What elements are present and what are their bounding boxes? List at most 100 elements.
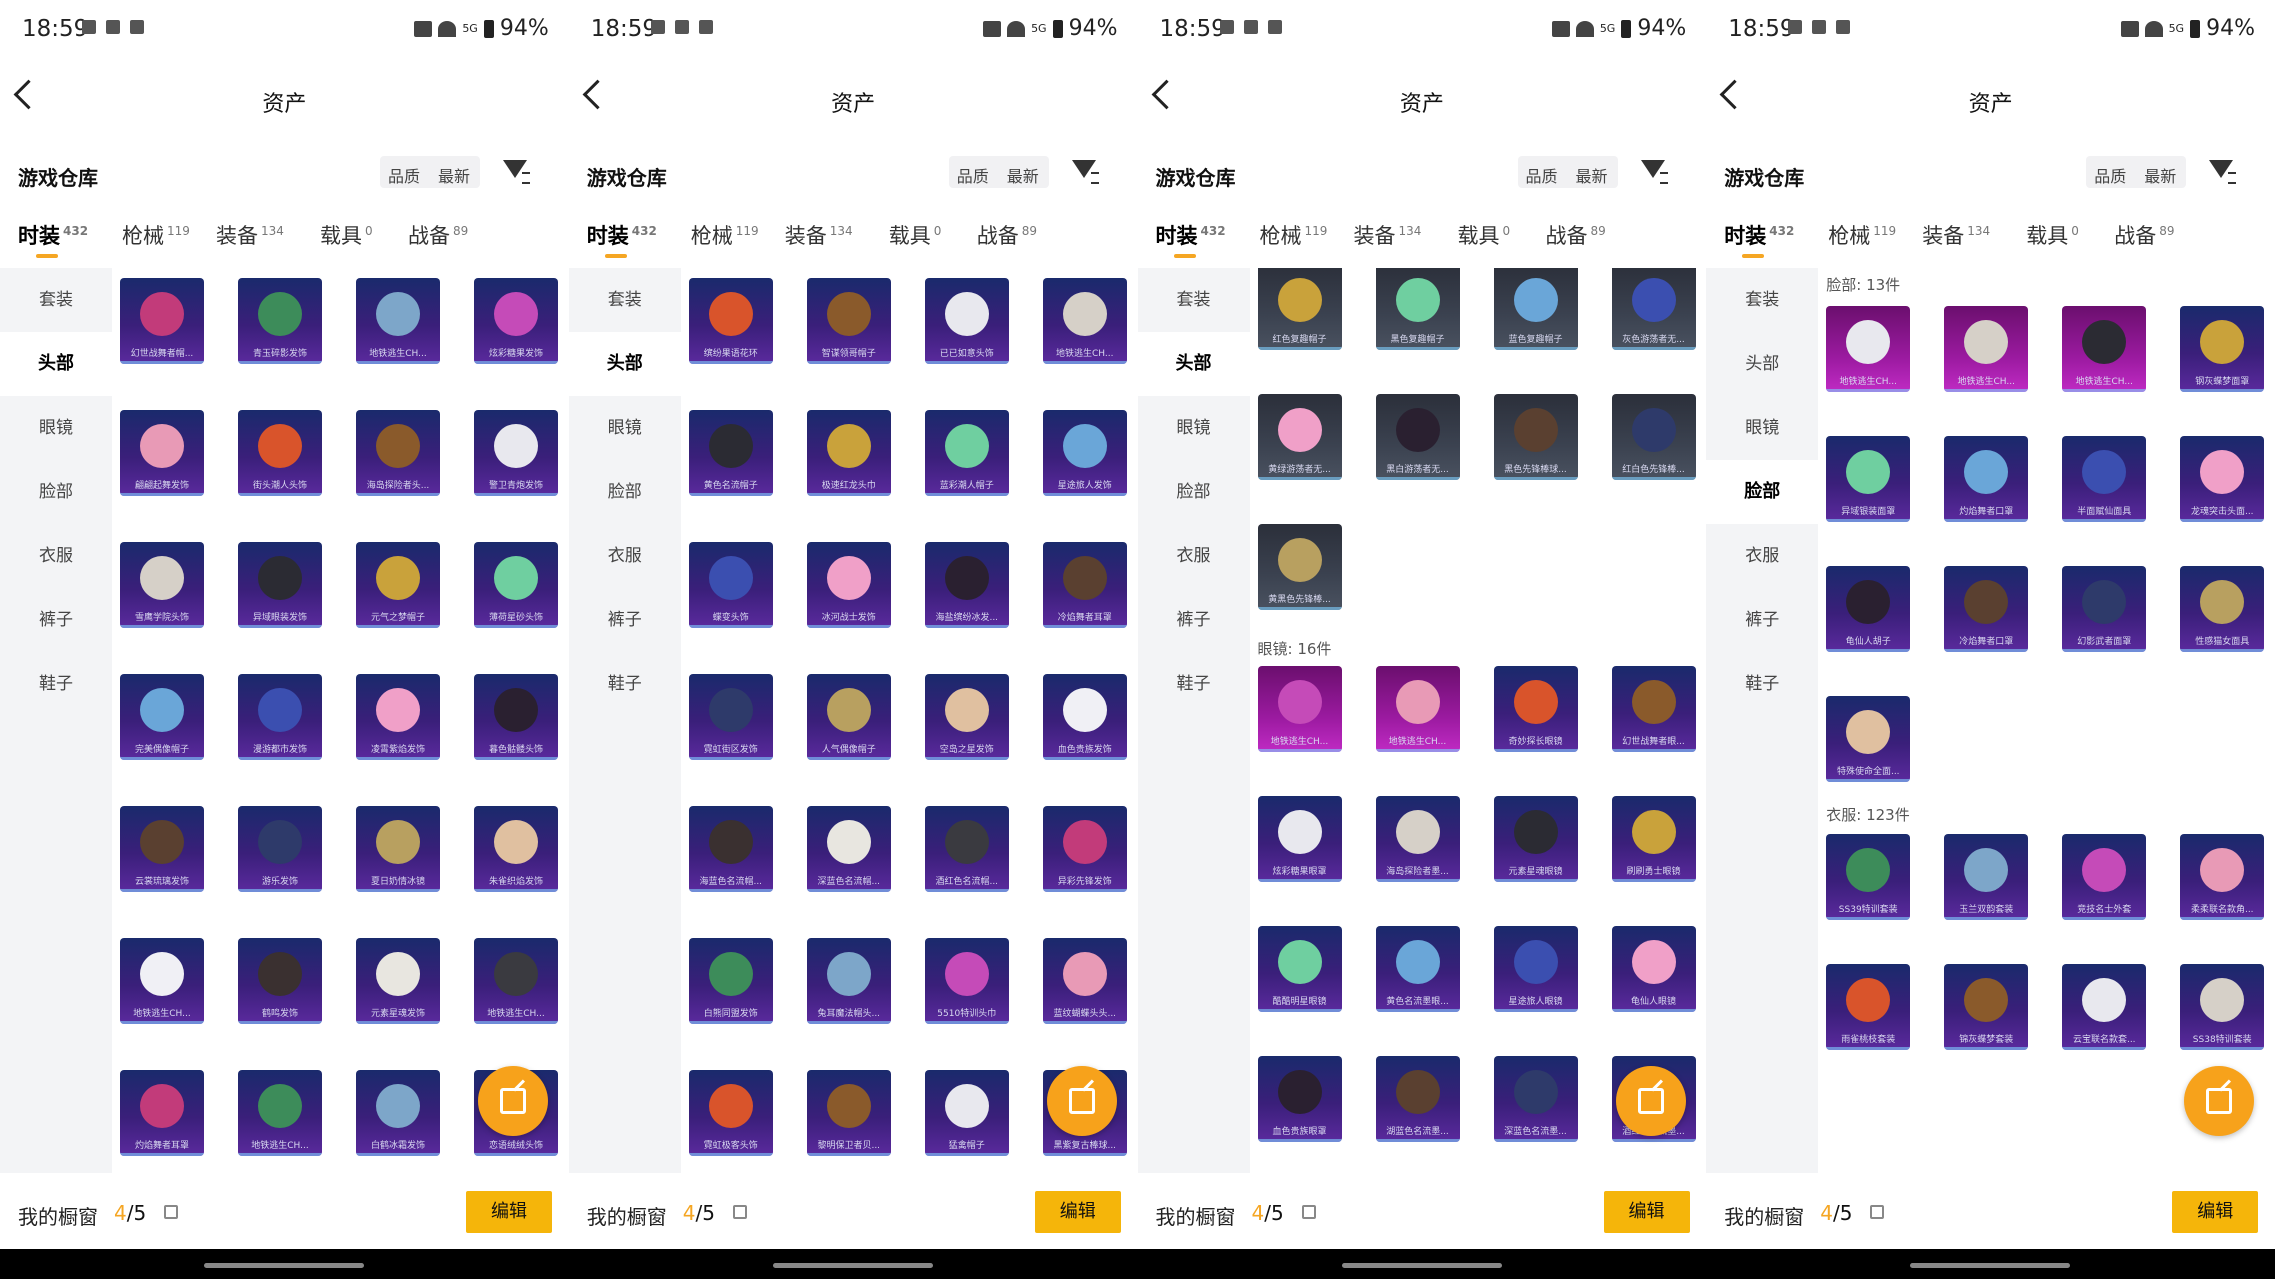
item-card[interactable]: 云裳琉璃发饰 (120, 806, 204, 892)
tab-4[interactable]: 战备 89 (977, 220, 1037, 250)
tab-1[interactable]: 枪械 119 (122, 220, 190, 250)
item-card[interactable]: 地铁逃生CH... (1257, 666, 1342, 752)
item-card[interactable]: 黄色名流墨眼... (1375, 926, 1460, 1012)
tab-2[interactable]: 装备 134 (785, 220, 853, 250)
item-card[interactable]: 柔柔联名款角... (2180, 834, 2265, 920)
item-card[interactable]: 白熊同盟发饰 (688, 938, 773, 1024)
sidebar-item[interactable]: 衣服 (569, 524, 681, 588)
item-card[interactable]: 黄色名流帽子 (688, 410, 773, 496)
sort-latest-button[interactable]: 最新 (1007, 163, 1039, 187)
item-card[interactable]: 黑色复趣帽子 (1375, 268, 1460, 350)
item-card[interactable]: 异域银装面罩 (1826, 436, 1911, 522)
share-fab-button[interactable] (2184, 1066, 2255, 1136)
item-card[interactable]: 游乐发饰 (238, 806, 322, 892)
item-card[interactable]: 地铁逃生CH... (1042, 278, 1127, 364)
sidebar-item[interactable]: 鞋子 (569, 652, 681, 716)
item-card[interactable]: 地铁逃生CH... (2062, 306, 2147, 392)
item-card[interactable]: 黑色先锋棒球... (1493, 394, 1578, 480)
tab-2[interactable]: 装备 134 (1922, 220, 1990, 250)
sidebar-item[interactable]: 裤子 (1138, 588, 1250, 652)
tab-2[interactable]: 装备 134 (216, 220, 284, 250)
item-card[interactable]: 青玉碎影发饰 (238, 278, 322, 364)
item-card[interactable]: 海蓝色名流帽... (688, 806, 773, 892)
item-card[interactable]: 元素星魂眼镜 (1493, 796, 1578, 882)
sort-quality-button[interactable]: 品质 (2094, 163, 2126, 187)
sidebar-item[interactable]: 套装 (1706, 268, 1818, 332)
tab-4[interactable]: 战备 89 (408, 220, 468, 250)
item-card[interactable]: 翩翩起舞发饰 (120, 410, 204, 496)
item-card[interactable]: 竞技名士外套 (2062, 834, 2147, 920)
item-card[interactable]: 鹤鸣发饰 (238, 938, 322, 1024)
sidebar-item[interactable]: 鞋子 (1706, 652, 1818, 716)
edit-button[interactable]: 编辑 (466, 1191, 552, 1233)
sidebar-item[interactable]: 衣服 (1138, 524, 1250, 588)
item-card[interactable]: 智谋领哥帽子 (806, 278, 891, 364)
tab-0[interactable]: 时装 432 (587, 220, 657, 250)
item-card[interactable]: 白鹤冰霜发饰 (356, 1070, 440, 1156)
sidebar-item[interactable]: 眼镜 (569, 396, 681, 460)
item-card[interactable]: 黑白游荡者无... (1375, 394, 1460, 480)
tab-2[interactable]: 装备 134 (1354, 220, 1422, 250)
item-card[interactable]: SS39特训套装 (1826, 834, 1911, 920)
item-card[interactable]: 黄黑色先锋棒... (1257, 524, 1342, 610)
item-card[interactable]: 蓝彩潮人帽子 (924, 410, 1009, 496)
sort-latest-button[interactable]: 最新 (1576, 163, 1608, 187)
item-card[interactable]: 地铁逃生CH... (1375, 666, 1460, 752)
item-card[interactable]: 酒红色名流帽... (924, 806, 1009, 892)
item-card[interactable]: 暮色骷髅头饰 (474, 674, 558, 760)
tab-3[interactable]: 载具 0 (2026, 220, 2079, 250)
item-card[interactable]: 异域眼装发饰 (238, 542, 322, 628)
item-card[interactable]: 元素星魂发饰 (356, 938, 440, 1024)
item-card[interactable]: 半面赋仙面具 (2062, 436, 2147, 522)
item-card[interactable]: 龙魂突击头面... (2180, 436, 2265, 522)
item-card[interactable]: 特殊使命全面... (1826, 696, 1911, 782)
sidebar-item[interactable]: 裤子 (0, 588, 112, 652)
sidebar-item[interactable]: 脸部 (1138, 460, 1250, 524)
item-card[interactable]: 兔耳魔法帽头... (806, 938, 891, 1024)
item-card[interactable]: 霓虹极客头饰 (688, 1070, 773, 1156)
edit-button[interactable]: 编辑 (2172, 1191, 2259, 1233)
item-card[interactable]: 幻世战舞者帽... (120, 278, 204, 364)
item-card[interactable]: 猛禽帽子 (924, 1070, 1009, 1156)
tab-4[interactable]: 战备 89 (2114, 220, 2174, 250)
item-card[interactable]: 空岛之星发饰 (924, 674, 1009, 760)
item-card[interactable]: 幻影武者面罩 (2062, 566, 2147, 652)
item-card[interactable]: 地铁逃生CH... (120, 938, 204, 1024)
item-card[interactable]: SS38特训套装 (2180, 964, 2265, 1050)
sidebar-item[interactable]: 头部 (0, 332, 112, 396)
item-card[interactable]: 刷刷勇士眼镜 (1611, 796, 1696, 882)
sidebar-item[interactable]: 套装 (0, 268, 112, 332)
item-card[interactable]: 漫游都市发饰 (238, 674, 322, 760)
item-card[interactable]: 炫彩糖果发饰 (474, 278, 558, 364)
item-card[interactable]: 钢灰蝶梦面罩 (2180, 306, 2265, 392)
tab-1[interactable]: 枪械 119 (1828, 220, 1896, 250)
item-card[interactable]: 异彩先锋发饰 (1042, 806, 1127, 892)
item-card[interactable]: 完美偶像帽子 (120, 674, 204, 760)
item-card[interactable]: 雨雀桃枝套装 (1826, 964, 1911, 1050)
item-card[interactable]: 蓝纹蝴蝶头头... (1042, 938, 1127, 1024)
item-card[interactable]: 海盐缤纷冰发... (924, 542, 1009, 628)
tab-0[interactable]: 时装 432 (1156, 220, 1226, 250)
item-card[interactable]: 薄荷星砂头饰 (474, 542, 558, 628)
item-card[interactable]: 地铁逃生CH... (474, 938, 558, 1024)
sort-latest-button[interactable]: 最新 (438, 163, 470, 187)
item-card[interactable]: 血色贵族发饰 (1042, 674, 1127, 760)
item-card[interactable]: 冷焰舞者耳罩 (1042, 542, 1127, 628)
item-card[interactable]: 云宝联名款套... (2062, 964, 2147, 1050)
item-card[interactable]: 锦灰蝶梦套装 (1944, 964, 2029, 1050)
tab-1[interactable]: 枪械 119 (1260, 220, 1328, 250)
tab-3[interactable]: 载具 0 (320, 220, 373, 250)
item-card[interactable]: 红色复趣帽子 (1257, 268, 1342, 350)
item-card[interactable]: 夏日奶情冰镜 (356, 806, 440, 892)
item-card[interactable]: 湖蓝色名流墨... (1375, 1056, 1460, 1142)
tab-3[interactable]: 载具 0 (889, 220, 942, 250)
sidebar-item[interactable]: 鞋子 (1138, 652, 1250, 716)
item-card[interactable]: 地铁逃生CH... (1826, 306, 1911, 392)
item-card[interactable]: 灰色游荡者无... (1611, 268, 1696, 350)
sort-latest-button[interactable]: 最新 (2144, 163, 2176, 187)
item-card[interactable]: 极速红龙头巾 (806, 410, 891, 496)
sidebar-item[interactable]: 裤子 (569, 588, 681, 652)
sidebar-item[interactable]: 头部 (568, 332, 681, 396)
edit-button[interactable]: 编辑 (1034, 1191, 1121, 1233)
item-card[interactable]: 5510特训头巾 (924, 938, 1009, 1024)
